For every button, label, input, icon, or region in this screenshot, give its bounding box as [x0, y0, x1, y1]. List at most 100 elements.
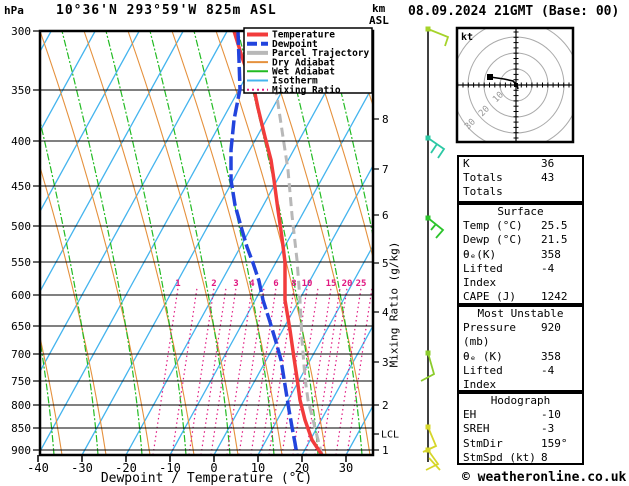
hodograph-unit-label: kt [461, 32, 473, 43]
pressure-tick-label: 700 [11, 348, 31, 361]
hodograph: 102030kt [455, 26, 575, 144]
wet-adiabat-line [369, 31, 373, 46]
pressure-tick-label: 650 [11, 320, 31, 333]
km-tick-label: 7 [382, 163, 389, 176]
mixing-ratio-label: 25 [356, 279, 367, 289]
indices-row-label: Temp (°C) [463, 219, 523, 233]
wind-barb-base-marker [425, 447, 431, 453]
wet-adiabat-line [193, 31, 275, 455]
wind-barb-base-marker [425, 215, 431, 221]
mixing-ratio-label: 20 [342, 279, 353, 289]
km-tick-label: 8 [382, 113, 389, 126]
mixing-ratio-label: 10 [302, 279, 313, 289]
indices-row-value: 159° [541, 436, 568, 450]
km-tick-label: 1 [382, 444, 389, 457]
wind-barb-feather [430, 223, 437, 231]
temperature-tick-label: 0 [210, 461, 217, 475]
indices-row: Lifted Index -4 [459, 262, 582, 290]
pressure-tick-label: 850 [11, 422, 31, 435]
hodograph-origin-marker [514, 83, 518, 87]
temperature-tick-label: -40 [27, 461, 49, 475]
wind-barb [427, 28, 450, 47]
wet-adiabat-line [0, 31, 10, 455]
indices-row-value: 358 [541, 247, 561, 261]
indices-row: θₑ (K) 358 [459, 350, 582, 364]
wind-barb-column [420, 26, 450, 471]
indices-row-value: 25.5 [541, 219, 568, 233]
km-tick-label: 3 [382, 356, 389, 369]
pressure-tick-label: 550 [11, 256, 31, 269]
indices-row-value: 36 [541, 157, 555, 170]
indices-row-label: StmDir [463, 436, 503, 450]
indices-row: Dewp (°C) 21.5 [459, 233, 582, 247]
dry-adiabat-line [347, 31, 373, 108]
indices-row: StmSpd (kt) 8 [459, 451, 582, 465]
km-tick-label: 4 [382, 306, 389, 319]
wind-barb [427, 217, 445, 239]
indices-box-title: Surface [497, 205, 544, 218]
temperature-tick-label: 30 [339, 461, 353, 475]
indices-row-label: Dewp (°C) [463, 233, 523, 247]
temperature-tick-label: 10 [251, 461, 265, 475]
indices-row-value: 1242 [541, 290, 568, 304]
wind-barb-base-marker [425, 26, 431, 32]
indices-box-title: Most Unstable [477, 307, 564, 320]
hodograph-trace [489, 76, 519, 90]
pressure-tick-label: 900 [11, 444, 31, 457]
indices-row: Totals Totals 43 [459, 171, 582, 199]
hodograph-ring-label: 10 [491, 90, 506, 105]
indices-row-label: CAPE (J) [463, 290, 516, 304]
wind-barb-feather [430, 143, 438, 154]
wind-barb-base-marker [425, 350, 431, 356]
temperature-axis: -40 -30 -20 -10 0 10 20 30 [27, 455, 353, 475]
indices-row-label: EH [463, 408, 477, 422]
indices-row-label: Lifted Index [463, 363, 503, 392]
pressure-tick-label: 350 [11, 84, 31, 97]
indices-box: K36Totals Totals43PW (cm)4.22 [457, 155, 584, 213]
mixing-ratio-line [152, 287, 179, 455]
indices-row-value: -4 [541, 261, 555, 275]
indices-box: Hodograph EH -10 SREH -3 StmDir 159° StmSpd (kt… [457, 392, 584, 465]
pressure-tick-label: 300 [11, 25, 31, 38]
temperature-tick-label: -30 [71, 461, 93, 475]
mixing-ratio-label: 2 [211, 279, 216, 289]
wind-barb-base-marker [425, 135, 431, 141]
indices-box-title: Hodograph [490, 394, 551, 407]
indices-row: EH -10 [459, 408, 582, 422]
temperature-tick-label: -20 [115, 461, 137, 475]
lcl-label: LCL [381, 430, 399, 441]
pressure-axis: 300 350 400 450 500 550 600 650 700 750 800 850 900 [11, 25, 40, 457]
indices-row-label: StmSpd (kt) [463, 450, 536, 464]
dry-adiabat-line [40, 334, 63, 455]
indices-row: Temp (°C) 25.5 [459, 219, 582, 233]
indices-row: CAPE (J) 1242 [459, 290, 582, 304]
mixing-ratio-label: 6 [273, 279, 278, 289]
pressure-tick-label: 600 [11, 289, 31, 302]
pressure-tick-label: 800 [11, 399, 31, 412]
wind-barb-base-marker [425, 424, 431, 430]
indices-row-value: 8 [541, 450, 548, 464]
indices-row-value: 358 [541, 349, 561, 363]
indices-row-value: -3 [541, 422, 555, 436]
indices-box: Most Unstable Pressure (mb) 920 θₑ (K) 358 Li… [457, 305, 584, 419]
indices-row-value: 43 [541, 171, 555, 185]
legend: TemperatureDewpointParcel TrajectoryDry … [243, 27, 373, 96]
indices-row: Pressure (mb) 920 [459, 321, 582, 349]
mixing-ratio-label: 15 [326, 279, 337, 289]
skewt-page: { "header": { "pressure_unit": "hPa", "t… [0, 0, 629, 486]
km-tick-label: 2 [382, 399, 389, 412]
indices-row: StmDir 159° [459, 437, 582, 451]
indices-row-label: Totals Totals [463, 171, 503, 199]
indices-row-label: Pressure (mb) [463, 321, 516, 349]
pressure-tick-label: 400 [11, 135, 31, 148]
temperature-tick-label: 20 [295, 461, 309, 475]
indices-row: SREH -3 [459, 422, 582, 436]
km-tick-label: 5 [382, 257, 389, 270]
wind-barb [427, 137, 446, 159]
km-axis: 8 7 6 5 4 3 2 1 LCL [373, 113, 399, 457]
indices-row: K 36 [459, 157, 582, 171]
km-tick-label: 6 [382, 209, 389, 222]
mixing-ratio-label: 8 [291, 279, 296, 289]
pressure-tick-label: 500 [11, 220, 31, 233]
indices-row-label: θₑ(K) [463, 247, 497, 261]
